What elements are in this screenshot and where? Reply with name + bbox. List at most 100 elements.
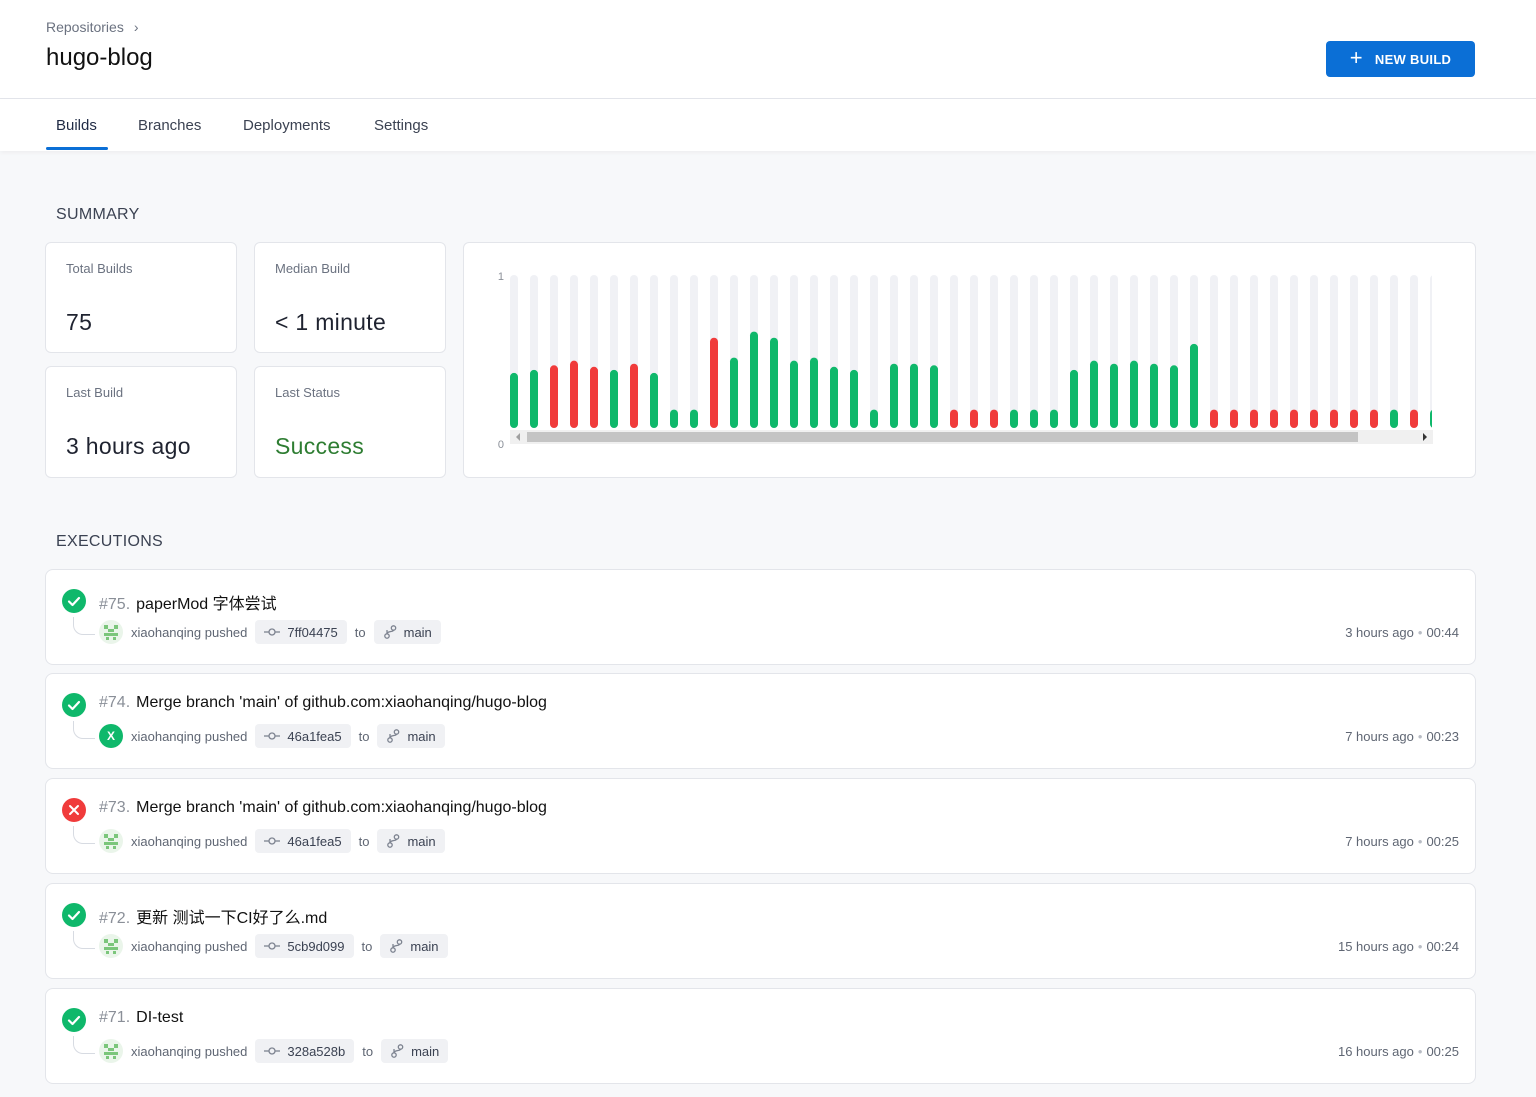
bar-success[interactable] (1430, 410, 1438, 428)
execution-number: #72. (99, 910, 131, 927)
branch-pill[interactable]: main (373, 620, 441, 644)
bar-failure[interactable] (1250, 409, 1258, 428)
bar-success[interactable] (790, 360, 798, 428)
commit-pill[interactable]: 7ff04475 (255, 620, 347, 644)
bar-failure[interactable] (1410, 409, 1418, 428)
chart-scrollbar-thumb[interactable] (527, 432, 1358, 442)
bar-success[interactable] (730, 357, 738, 428)
bar-success[interactable] (1070, 369, 1078, 428)
chevron-right-icon: › (133, 19, 139, 35)
execution-row[interactable]: #71. DI-test xiaohanqing pushed 328a528b … (45, 988, 1476, 1084)
bar-success[interactable] (1450, 338, 1458, 428)
bar-success[interactable] (610, 369, 618, 428)
commit-icon (264, 1047, 281, 1055)
branch-icon (387, 729, 400, 743)
tab-deployments[interactable]: Deployments (243, 117, 331, 134)
execution-row[interactable]: #73. Merge branch 'main' of github.com:xi… (45, 778, 1476, 874)
bar-success[interactable] (1190, 343, 1198, 428)
execution-meta: X xiaohanqing pushed 46a1fea5 to main (99, 724, 445, 748)
bar-failure[interactable] (1330, 409, 1338, 428)
bar-success[interactable] (650, 372, 658, 428)
success-icon (62, 1008, 86, 1032)
bar-success[interactable] (770, 337, 778, 428)
success-icon (62, 589, 86, 613)
branch-pill[interactable]: main (377, 724, 445, 748)
bar-failure[interactable] (1370, 409, 1378, 428)
branch-pill[interactable]: main (381, 1039, 449, 1063)
tab-builds[interactable]: Builds (56, 117, 97, 134)
bar-failure[interactable] (550, 365, 558, 428)
tab-settings[interactable]: Settings (374, 117, 428, 134)
bar-success[interactable] (810, 357, 818, 428)
bar-track (1290, 275, 1298, 428)
bar-success[interactable] (1050, 409, 1058, 428)
bar-failure[interactable] (1210, 409, 1218, 428)
branch-pill[interactable]: main (377, 829, 445, 853)
tab-branches[interactable]: Branches (138, 117, 201, 134)
commit-pill[interactable]: 46a1fea5 (255, 724, 351, 748)
execution-title[interactable]: #75. paperMod 字体尝试 (99, 590, 277, 614)
median-build-card: Median Build < 1 minute (254, 242, 446, 353)
bar-failure[interactable] (1230, 409, 1238, 428)
commit-icon (264, 628, 281, 636)
bar-failure[interactable] (1270, 409, 1278, 428)
bar-success[interactable] (1470, 358, 1477, 428)
bar-failure[interactable] (1310, 409, 1318, 428)
bar-success[interactable] (1090, 360, 1098, 428)
connector-line (73, 721, 95, 739)
to-label: to (361, 938, 373, 954)
median-build-label: Median Build (275, 261, 351, 276)
execution-meta: xiaohanqing pushed 46a1fea5 to main (99, 829, 445, 853)
commit-pill[interactable]: 46a1fea5 (255, 829, 351, 853)
bar-success[interactable] (1010, 409, 1018, 428)
execution-title[interactable]: #74. Merge branch 'main' of github.com:xi… (99, 694, 547, 712)
bar-track (1050, 275, 1058, 428)
bar-failure[interactable] (1350, 409, 1358, 428)
bar-success[interactable] (1030, 409, 1038, 428)
bar-success[interactable] (1170, 365, 1178, 428)
bar-failure[interactable] (630, 363, 638, 428)
execution-meta: xiaohanqing pushed 5cb9d099 to main (99, 934, 448, 958)
bar-success[interactable] (530, 369, 538, 428)
breadcrumb-repositories-link[interactable]: Repositories (46, 19, 124, 35)
to-label: to (362, 1043, 374, 1059)
execution-title[interactable]: #73. Merge branch 'main' of github.com:xi… (99, 799, 547, 817)
median-build-value: < 1 minute (275, 309, 387, 335)
total-builds-card: Total Builds 75 (45, 242, 237, 353)
execution-row[interactable]: #75. paperMod 字体尝试 xiaohanqing pushed 7ff… (45, 569, 1476, 665)
bar-success[interactable] (1150, 363, 1158, 428)
bar-success[interactable] (510, 372, 518, 428)
bar-success[interactable] (1110, 363, 1118, 428)
bar-track (1410, 275, 1418, 428)
bar-success[interactable] (690, 409, 698, 428)
bar-failure[interactable] (950, 409, 958, 428)
new-build-button[interactable]: + NEW BUILD (1326, 41, 1475, 77)
separator-dot: • (1417, 834, 1423, 849)
bars-group (510, 275, 1477, 428)
bar-success[interactable] (1390, 409, 1398, 428)
execution-row[interactable]: #72. 更新 测试一下CI好了么.md xiaohanqing pushed 5… (45, 883, 1476, 979)
bar-failure[interactable] (590, 366, 598, 428)
bar-failure[interactable] (710, 337, 718, 428)
bar-success[interactable] (930, 365, 938, 428)
bar-track (990, 275, 998, 428)
execution-title[interactable]: #71. DI-test (99, 1009, 183, 1027)
bar-success[interactable] (830, 366, 838, 428)
bar-success[interactable] (870, 409, 878, 428)
bar-success[interactable] (670, 409, 678, 428)
bar-failure[interactable] (970, 409, 978, 428)
commit-pill[interactable]: 5cb9d099 (255, 934, 354, 958)
duration: 00:24 (1426, 939, 1459, 954)
bar-failure[interactable] (1290, 409, 1298, 428)
bar-success[interactable] (750, 331, 758, 428)
bar-failure[interactable] (990, 409, 998, 428)
bar-failure[interactable] (570, 360, 578, 428)
bar-success[interactable] (1130, 360, 1138, 428)
execution-title[interactable]: #72. 更新 测试一下CI好了么.md (99, 904, 327, 928)
branch-pill[interactable]: main (380, 934, 448, 958)
bar-success[interactable] (850, 369, 858, 428)
bar-success[interactable] (910, 363, 918, 428)
bar-success[interactable] (890, 363, 898, 428)
execution-row[interactable]: #74. Merge branch 'main' of github.com:xi… (45, 673, 1476, 769)
commit-pill[interactable]: 328a528b (255, 1039, 355, 1063)
